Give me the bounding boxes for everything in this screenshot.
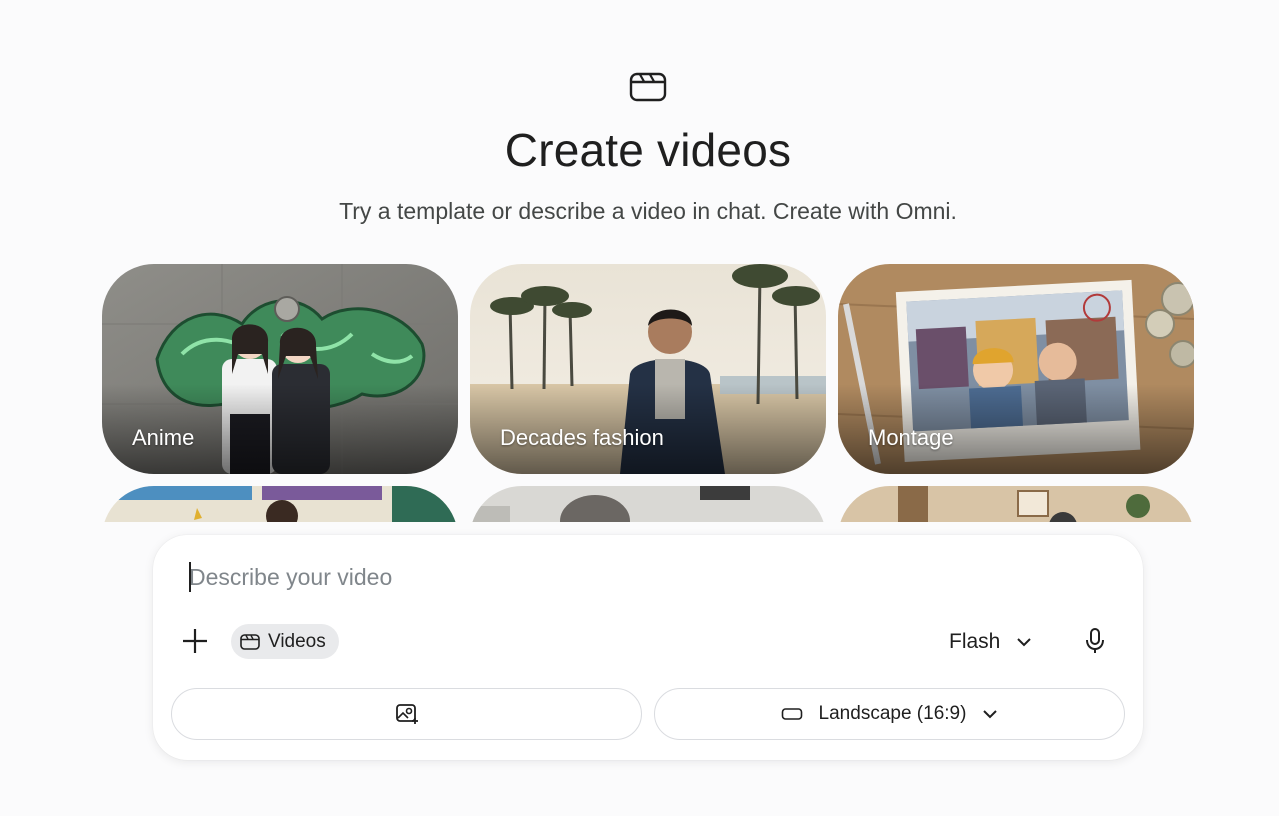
chevron-down-icon	[983, 710, 998, 719]
video-clapper-icon	[240, 633, 260, 650]
template-card-decades-fashion[interactable]: Decades fashion	[470, 264, 826, 474]
video-prompt-composer: Videos Flash	[153, 535, 1143, 760]
aspect-ratio-label: Landscape (16:9)	[818, 703, 967, 724]
video-clapper-icon	[629, 72, 667, 102]
template-card-comic[interactable]	[102, 486, 458, 522]
template-thumbnail-comic	[102, 486, 458, 522]
template-card-anime[interactable]: Anime	[102, 264, 458, 474]
add-image-button[interactable]	[171, 688, 642, 740]
create-videos-page: Create videos Try a template or describe…	[0, 0, 1279, 816]
template-card-pet[interactable]	[470, 486, 826, 522]
chevron-down-icon	[1017, 637, 1032, 646]
model-selector[interactable]: Flash	[949, 624, 1032, 659]
prompt-input[interactable]	[189, 559, 1089, 595]
page-title: Create videos	[504, 124, 792, 176]
plus-icon	[183, 629, 207, 653]
aspect-ratio-selector[interactable]: Landscape (16:9)	[654, 688, 1125, 740]
landscape-rect-icon	[781, 708, 802, 720]
template-grid: Anime Decades fashion Montage	[102, 264, 1194, 522]
template-label: Montage	[868, 425, 954, 450]
add-image-icon	[395, 704, 418, 724]
page-subtitle: Try a template or describe a video in ch…	[339, 198, 957, 224]
microphone-button[interactable]	[1079, 623, 1111, 659]
template-card-montage[interactable]: Montage	[838, 264, 1194, 474]
model-label: Flash	[949, 629, 1001, 653]
add-attachment-button[interactable]	[177, 623, 213, 659]
videos-chip-label: Videos	[268, 630, 326, 652]
text-caret	[189, 562, 191, 592]
template-thumbnail-pet	[470, 486, 826, 522]
template-thumbnail-room	[838, 486, 1194, 522]
videos-tool-chip[interactable]: Videos	[231, 624, 339, 659]
template-card-room[interactable]	[838, 486, 1194, 522]
template-label: Decades fashion	[500, 425, 664, 450]
microphone-icon	[1086, 628, 1104, 653]
template-label: Anime	[132, 425, 195, 450]
